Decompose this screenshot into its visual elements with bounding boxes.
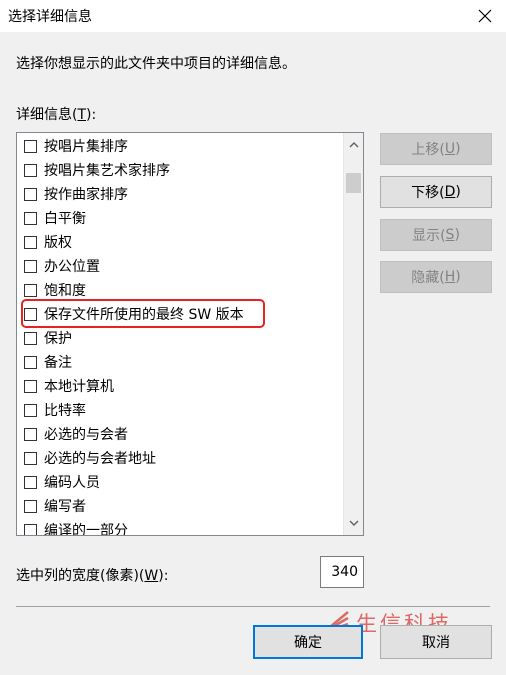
- list-item[interactable]: 编码人员: [17, 470, 343, 494]
- item-checkbox[interactable]: [24, 379, 37, 393]
- ok-button[interactable]: 确定: [253, 625, 363, 659]
- item-checkbox[interactable]: [24, 355, 37, 369]
- item-checkbox[interactable]: [24, 163, 37, 177]
- list-item[interactable]: 按唱片集排序: [17, 134, 343, 158]
- item-label: 按唱片集排序: [44, 139, 128, 155]
- dialog-description: 选择你想显示的此文件夹中项目的详细信息。: [16, 56, 296, 72]
- item-checkbox[interactable]: [24, 235, 37, 249]
- details-label: 详细信息(T):: [16, 107, 97, 123]
- title-bar: 选择详细信息: [0, 0, 506, 32]
- item-label: 保护: [44, 331, 72, 347]
- list-item[interactable]: 本地计算机: [17, 374, 343, 398]
- item-label: 备注: [44, 355, 72, 371]
- item-checkbox[interactable]: [24, 307, 37, 321]
- item-label: 必选的与会者地址: [44, 451, 156, 467]
- item-label: 编码人员: [44, 475, 100, 491]
- show-button[interactable]: 显示(S): [380, 219, 492, 251]
- item-checkbox[interactable]: [24, 451, 37, 465]
- details-list: 按唱片集排序按唱片集艺术家排序 按作曲家排序 白平衡版权办公位置饱和度保存文件所使用…: [17, 134, 343, 536]
- scrollbar-thumb[interactable]: [346, 173, 361, 193]
- item-label: 保存文件所使用的最终 SW 版本: [44, 307, 244, 323]
- item-checkbox[interactable]: [24, 427, 37, 441]
- item-label: 编译的一部分: [44, 523, 128, 536]
- list-item[interactable]: 保存文件所使用的最终 SW 版本: [17, 299, 343, 328]
- move-down-button[interactable]: 下移(D): [380, 176, 492, 208]
- item-checkbox[interactable]: [24, 259, 37, 273]
- item-label: 版权: [44, 235, 72, 251]
- item-checkbox[interactable]: [24, 211, 37, 225]
- item-checkbox[interactable]: [24, 499, 37, 513]
- item-label: 编写者: [44, 499, 86, 515]
- item-label: 按唱片集艺术家排序: [44, 163, 170, 179]
- list-item[interactable]: 编写者: [17, 494, 343, 518]
- list-item[interactable]: 办公位置: [17, 254, 343, 278]
- scroll-down-icon[interactable]: [344, 513, 363, 533]
- item-label: 必选的与会者: [44, 427, 128, 443]
- item-label: 按作曲家排序: [44, 187, 128, 203]
- details-listbox[interactable]: 按唱片集排序按唱片集艺术家排序 按作曲家排序 白平衡版权办公位置饱和度保存文件所使用…: [16, 132, 364, 536]
- scroll-up-icon[interactable]: [344, 135, 363, 155]
- separator: [16, 606, 490, 607]
- list-item[interactable]: 备注: [17, 350, 343, 374]
- list-item[interactable]: 编译的一部分: [17, 518, 343, 536]
- list-item[interactable]: 保护: [17, 326, 343, 350]
- move-up-button[interactable]: 上移(U): [380, 133, 492, 165]
- hide-button[interactable]: 隐藏(H): [380, 261, 492, 293]
- item-checkbox[interactable]: [24, 475, 37, 489]
- list-item[interactable]: 白平衡: [17, 206, 343, 230]
- item-checkbox[interactable]: [24, 139, 37, 153]
- item-label: 办公位置: [44, 259, 100, 275]
- list-item[interactable]: 按唱片集艺术家排序: [17, 158, 343, 182]
- item-label: 白平衡: [44, 211, 86, 227]
- item-label: 本地计算机: [44, 379, 114, 395]
- close-icon[interactable]: [474, 5, 496, 27]
- item-checkbox[interactable]: [24, 403, 37, 417]
- item-label: 饱和度: [44, 283, 86, 299]
- item-checkbox[interactable]: [24, 187, 37, 201]
- list-item[interactable]: 必选的与会者地址: [17, 446, 343, 470]
- item-checkbox[interactable]: [24, 283, 37, 297]
- list-item[interactable]: 按作曲家排序: [17, 182, 343, 206]
- window-title: 选择详细信息: [8, 9, 92, 25]
- list-item[interactable]: 版权: [17, 230, 343, 254]
- column-width-input[interactable]: 340: [320, 556, 364, 588]
- list-item[interactable]: 饱和度: [17, 278, 343, 302]
- item-checkbox[interactable]: [24, 331, 37, 345]
- item-label: 比特率: [44, 403, 86, 419]
- item-checkbox[interactable]: [24, 523, 37, 535]
- list-item[interactable]: 必选的与会者: [17, 422, 343, 446]
- scrollbar[interactable]: [343, 133, 363, 535]
- cancel-button[interactable]: 取消: [380, 625, 492, 659]
- list-item[interactable]: 比特率: [17, 398, 343, 422]
- column-width-label: 选中列的宽度(像素)(W):: [16, 568, 169, 584]
